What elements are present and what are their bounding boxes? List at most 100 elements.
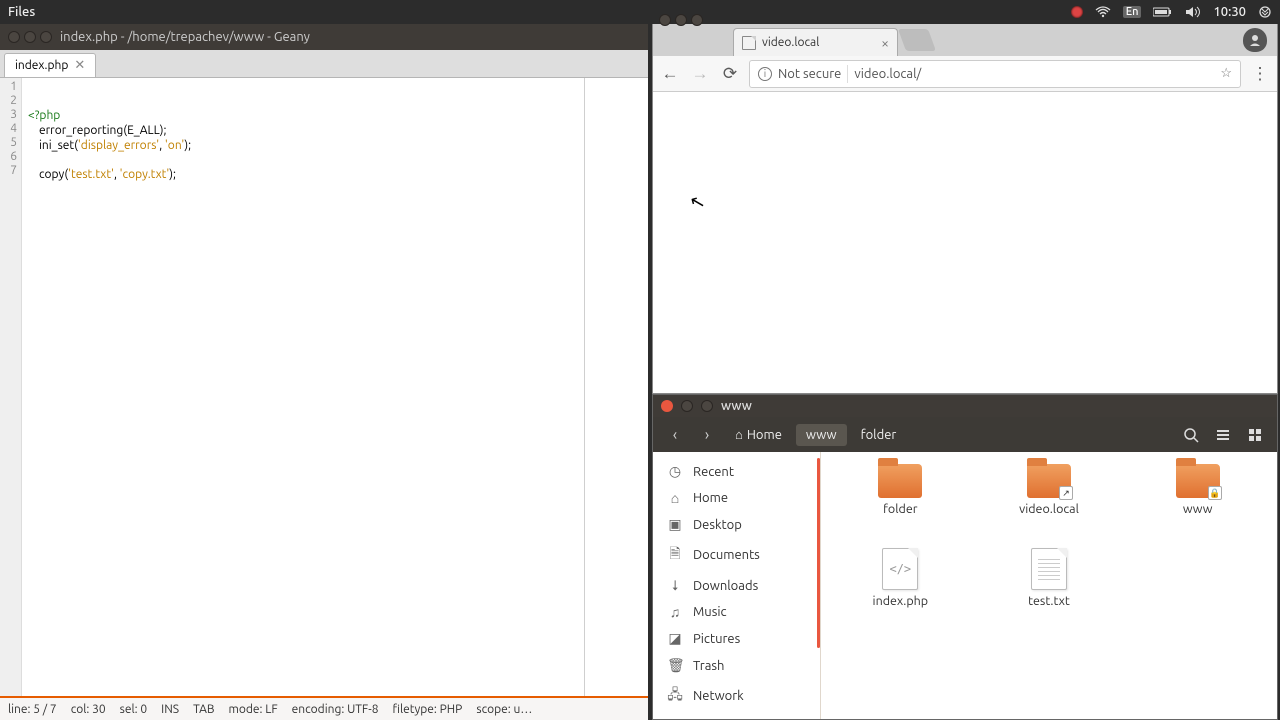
wifi-icon[interactable] — [1095, 6, 1111, 18]
line-gutter: 1234567 — [0, 78, 22, 696]
documents-icon: 🗎 — [667, 543, 683, 567]
sidebar-item-pictures[interactable]: ◪Pictures — [653, 625, 820, 652]
folder-item[interactable]: www — [1126, 464, 1269, 542]
minimize-icon[interactable] — [24, 31, 36, 43]
close-icon[interactable] — [8, 31, 20, 43]
chrome-tabstrip: video.local × — [653, 24, 1277, 56]
back-button[interactable]: ‹ — [661, 421, 689, 449]
mouse-cursor-icon: ↖ — [688, 190, 708, 214]
grid-view-button[interactable] — [1241, 421, 1269, 449]
code-area[interactable]: <?php error_reporting(E_ALL); ini_set('d… — [22, 78, 648, 696]
status-col: col: 30 — [71, 703, 106, 716]
browser-viewport[interactable]: ↖ — [653, 92, 1277, 393]
files-toolbar: ‹ › ⌂Home www folder — [653, 417, 1277, 452]
file-item[interactable]: test.txt — [978, 548, 1121, 626]
maximize-icon[interactable] — [691, 14, 703, 26]
back-button[interactable]: ← — [659, 63, 681, 85]
status-filetype: filetype: PHP — [393, 703, 463, 716]
code-file-icon: </> — [882, 548, 918, 590]
sidebar-item-network[interactable]: 🖧Network — [653, 679, 820, 713]
downloads-icon: ⭣ — [667, 577, 683, 594]
files-title: www — [721, 399, 752, 413]
pictures-icon: ◪ — [667, 630, 683, 647]
files-window: www ‹ › ⌂Home www folder ◷Recent ⌂Home ▣… — [652, 394, 1278, 720]
music-icon: ♫ — [667, 604, 683, 620]
page-icon — [742, 36, 756, 50]
keyboard-layout-indicator[interactable]: En — [1123, 6, 1142, 18]
sidebar-item-music[interactable]: ♫Music — [653, 599, 820, 625]
network-icon: 🖧 — [667, 684, 683, 708]
geany-tabbar: index.php ✕ — [0, 50, 648, 78]
file-item[interactable]: </>index.php — [829, 548, 972, 626]
maximize-icon[interactable] — [40, 31, 52, 43]
desktop-menubar: Files En 10:30 — [0, 0, 1280, 24]
sidebar-item-downloads[interactable]: ⭣Downloads — [653, 572, 820, 599]
forward-button: → — [689, 63, 711, 85]
close-icon[interactable] — [661, 400, 673, 412]
info-icon[interactable]: i — [758, 67, 772, 81]
trash-icon: 🗑 — [667, 657, 683, 674]
battery-icon[interactable] — [1153, 7, 1173, 17]
status-sel: sel: 0 — [120, 703, 147, 716]
tab-close-icon[interactable]: × — [881, 35, 889, 51]
close-icon[interactable] — [659, 14, 671, 26]
url-text: video.local/ — [854, 67, 921, 81]
address-bar[interactable]: i Not secure video.local/ ☆ — [749, 60, 1241, 88]
breadcrumb-www[interactable]: www — [796, 424, 847, 446]
text-file-icon — [1031, 548, 1067, 590]
bookmark-star-icon[interactable]: ☆ — [1220, 66, 1232, 81]
new-tab-button[interactable] — [898, 29, 936, 51]
folder-icon — [1027, 464, 1071, 498]
folder-icon — [878, 464, 922, 498]
maximize-icon[interactable] — [701, 400, 713, 412]
reload-button[interactable]: ⟳ — [719, 63, 741, 85]
geany-title: index.php - /home/trepachev/www - Geany — [60, 30, 310, 44]
status-ins: INS — [161, 703, 179, 716]
geany-statusbar: line: 5 / 7 col: 30 sel: 0 INS TAB mode:… — [0, 696, 648, 720]
power-icon[interactable] — [1258, 5, 1272, 19]
sidebar-item-desktop[interactable]: ▣Desktop — [653, 511, 820, 538]
chrome-menu-button[interactable]: ⋮ — [1249, 63, 1271, 85]
wrap-guide — [584, 78, 585, 696]
forward-button[interactable]: › — [693, 421, 721, 449]
browser-tab[interactable]: video.local × — [733, 28, 898, 56]
status-tab: TAB — [193, 703, 214, 716]
profile-button[interactable] — [1243, 28, 1267, 52]
editor-tab[interactable]: index.php ✕ — [4, 53, 96, 77]
status-mode: mode: LF — [229, 703, 278, 716]
system-tray: En 10:30 — [1071, 5, 1272, 19]
chrome-toolbar: ← → ⟳ i Not secure video.local/ ☆ ⋮ — [653, 56, 1277, 92]
clock[interactable]: 10:30 — [1213, 5, 1246, 19]
screen-record-icon[interactable] — [1071, 6, 1083, 18]
status-line: line: 5 / 7 — [8, 703, 57, 716]
volume-icon[interactable] — [1185, 5, 1201, 19]
geany-window: index.php - /home/trepachev/www - Geany … — [0, 24, 648, 720]
list-view-button[interactable] — [1209, 421, 1237, 449]
status-scope: scope: u… — [476, 703, 532, 716]
geany-titlebar[interactable]: index.php - /home/trepachev/www - Geany — [0, 24, 648, 50]
editor-area[interactable]: 1234567 <?php error_reporting(E_ALL); in… — [0, 78, 648, 696]
breadcrumb-folder[interactable]: folder — [851, 424, 907, 446]
folder-item[interactable]: folder — [829, 464, 972, 542]
clock-icon: ◷ — [667, 463, 683, 480]
sidebar-item-trash[interactable]: 🗑Trash — [653, 652, 820, 679]
folder-item[interactable]: video.local — [978, 464, 1121, 542]
files-sidebar: ◷Recent ⌂Home ▣Desktop 🗎Documents ⭣Downl… — [653, 452, 821, 719]
active-app-label: Files — [8, 5, 35, 19]
tab-title: video.local — [762, 36, 819, 49]
minimize-icon[interactable] — [681, 400, 693, 412]
file-grid[interactable]: folder video.local www </>index.php test… — [821, 452, 1277, 719]
editor-tab-label: index.php — [15, 59, 68, 72]
desktop-icon: ▣ — [667, 516, 683, 533]
sidebar-item-documents[interactable]: 🗎Documents — [653, 538, 820, 572]
security-label: Not secure — [778, 67, 841, 81]
home-icon: ⌂ — [735, 427, 743, 442]
tab-close-icon[interactable]: ✕ — [74, 58, 85, 73]
home-icon: ⌂ — [667, 490, 683, 506]
breadcrumb-home[interactable]: ⌂Home — [725, 423, 792, 446]
minimize-icon[interactable] — [675, 14, 687, 26]
sidebar-item-recent[interactable]: ◷Recent — [653, 458, 820, 485]
files-titlebar[interactable]: www — [653, 395, 1277, 417]
sidebar-item-home[interactable]: ⌂Home — [653, 485, 820, 511]
search-button[interactable] — [1177, 421, 1205, 449]
